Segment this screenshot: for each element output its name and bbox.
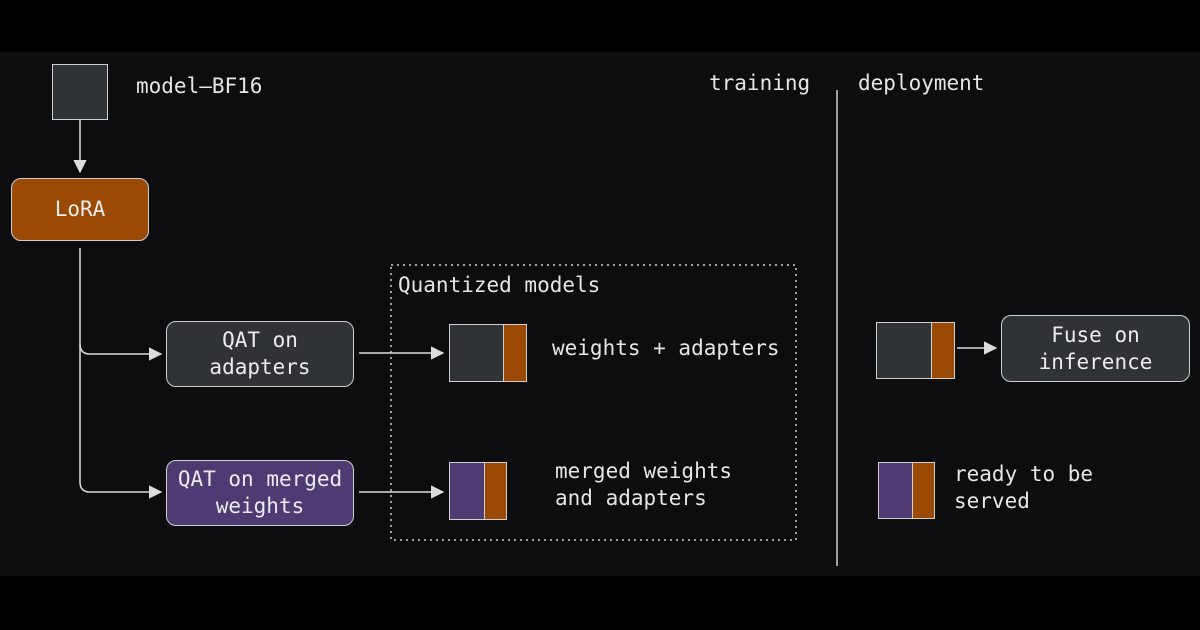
- arrow-lora-to-qat-adapters: [79, 248, 163, 361]
- diagram-canvas: model–BF16 training deployment LoRA QAT …: [0, 52, 1200, 576]
- weights-adapters-label: weights + adapters: [552, 336, 780, 360]
- qat-on-merged-weights-node: QAT on merged weights: [166, 460, 354, 526]
- base-weights-block: [877, 323, 932, 378]
- lora-node: LoRA: [11, 178, 149, 241]
- arrow-lora-to-qat-merged: [79, 344, 163, 499]
- base-weights-block: [450, 325, 505, 381]
- ready-served-label: ready to be served: [954, 462, 1094, 513]
- quantized-models-title: Quantized models: [398, 273, 601, 297]
- weights-adapters-model: [449, 324, 527, 382]
- model-bf16-label: model–BF16: [136, 74, 263, 98]
- adapter-block: [504, 325, 526, 381]
- training-header: training: [709, 71, 811, 95]
- merged-weights-model: [449, 462, 507, 520]
- deploy-merged-model: [878, 462, 935, 519]
- merged-weights-block: [450, 463, 485, 519]
- deployment-header: deployment: [858, 71, 985, 95]
- base-weights-block: [53, 65, 107, 119]
- fuse-on-inference-node: Fuse on inference: [1001, 315, 1190, 382]
- merged-adapters-label: merged weights and adapters: [555, 459, 733, 510]
- adapter-block: [484, 463, 506, 519]
- qat-on-adapters-node: QAT on adapters: [166, 321, 354, 387]
- deploy-weights-adapters-model: [876, 322, 955, 379]
- adapter-block: [931, 323, 954, 378]
- model-bf16-square: [52, 64, 108, 120]
- merged-weights-block: [879, 463, 913, 518]
- adapter-block: [913, 463, 934, 518]
